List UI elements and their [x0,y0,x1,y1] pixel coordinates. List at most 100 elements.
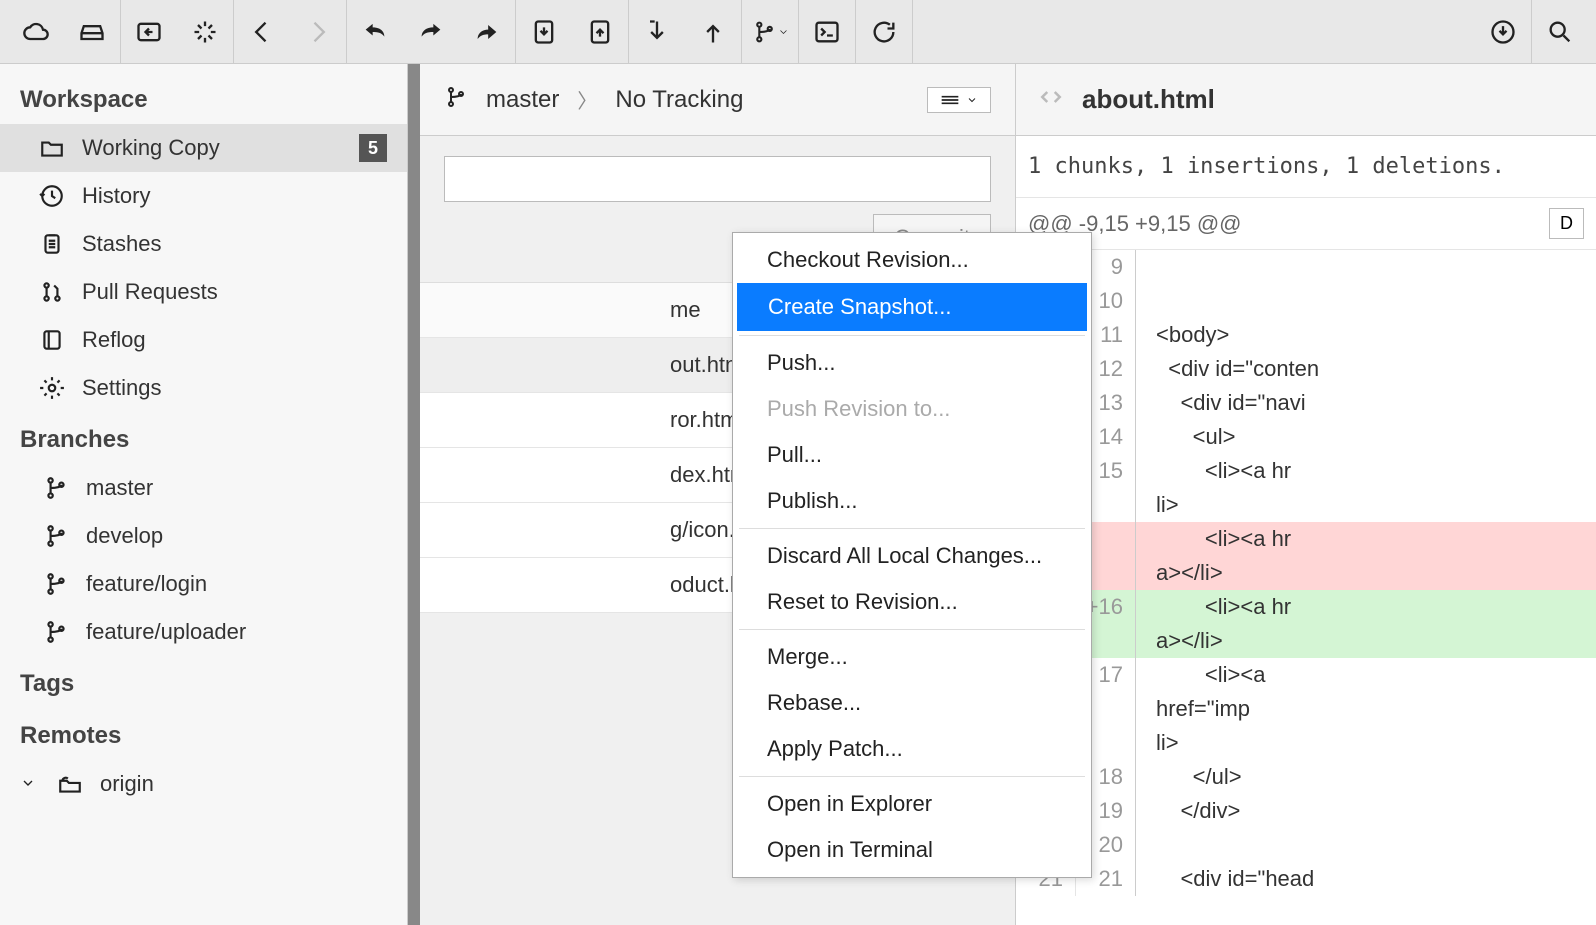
branch-develop[interactable]: develop [0,512,407,560]
sidebar-item-reflog[interactable]: Reflog [0,316,407,364]
sidebar-item-pull-requests[interactable]: Pull Requests [0,268,407,316]
branch-icon [42,618,70,646]
disk-icon[interactable] [74,14,110,50]
center-panel: master 〉 No Tracking Commit me out.html … [408,64,1016,925]
diff-stats: 1 chunks, 1 insertions, 1 deletions. [1016,136,1596,198]
redo-icon[interactable] [413,14,449,50]
sidebar: Workspace Working Copy 5 History Stashes… [0,64,408,925]
section-remotes: Remotes [0,708,407,760]
sidebar-item-label: Stashes [82,231,162,257]
sidebar-item-stashes[interactable]: Stashes [0,220,407,268]
section-branches: Branches [0,412,407,464]
sidebar-item-settings[interactable]: Settings [0,364,407,412]
push-icon[interactable] [695,14,731,50]
remote-label: origin [100,771,154,797]
download-icon[interactable] [1485,14,1521,50]
pull-icon[interactable] [639,14,675,50]
branch-icon [42,474,70,502]
diff-line[interactable]: 99 [1016,250,1596,284]
menu-item[interactable]: Open in Explorer [737,781,1087,827]
diff-line[interactable]: 1515 <li><a hr [1016,454,1596,488]
diff-line[interactable]: 2121 <div id="head [1016,862,1596,896]
back-icon[interactable] [244,14,280,50]
diff-code: <li><a hr [1136,522,1596,556]
breadcrumb-branch[interactable]: master [486,86,559,114]
view-options-button[interactable] [927,87,991,113]
gear-icon [38,374,66,402]
diff-line[interactable]: li> [1016,488,1596,522]
branch-icon [42,570,70,598]
sparkle-icon[interactable] [187,14,223,50]
diff-line[interactable]: 1414 <ul> [1016,420,1596,454]
section-workspace: Workspace [0,72,407,124]
hunk-button[interactable]: D [1549,208,1584,239]
branch-master[interactable]: master [0,464,407,512]
diff-line[interactable]: +16 <li><a hr [1016,590,1596,624]
branch-header: master 〉 No Tracking [420,64,1015,136]
menu-item[interactable]: Discard All Local Changes... [737,533,1087,579]
search-icon[interactable] [1542,14,1578,50]
folder-icon [38,134,66,162]
diff-line[interactable]: 1111<body> [1016,318,1596,352]
breadcrumb-tracking[interactable]: No Tracking [615,86,743,114]
branch-feature-login[interactable]: feature/login [0,560,407,608]
menu-separator [739,776,1085,777]
menu-item: Push Revision to... [737,386,1087,432]
menu-item[interactable]: Create Snapshot... [737,283,1087,331]
stash-pop-icon[interactable] [582,14,618,50]
diff-code: <ul> [1136,420,1596,454]
diff-body[interactable]: 9910101111<body>1212 <div id="conten1313… [1016,250,1596,925]
forward-icon[interactable] [300,14,336,50]
cloud-icon[interactable] [18,14,54,50]
refresh-icon[interactable] [866,14,902,50]
collapse-icon[interactable] [131,14,167,50]
diff-line[interactable]: 2020 [1016,828,1596,862]
branch-graph-icon[interactable] [752,14,788,50]
diff-line[interactable]: a></li> [1016,556,1596,590]
menu-item[interactable]: Apply Patch... [737,726,1087,772]
commit-message-input[interactable] [444,156,991,202]
diff-line[interactable]: li> [1016,726,1596,760]
sidebar-item-label: History [82,183,150,209]
menu-item[interactable]: Merge... [737,634,1087,680]
chevron-right-icon: 〉 [577,85,597,114]
terminal-icon[interactable] [809,14,845,50]
stash-push-icon[interactable] [526,14,562,50]
diff-line[interactable]: 1212 <div id="conten [1016,352,1596,386]
branch-feature-uploader[interactable]: feature/uploader [0,608,407,656]
diff-line[interactable]: href="imp [1016,692,1596,726]
diff-line[interactable]: 1313 <div id="navi [1016,386,1596,420]
diff-panel: about.html 1 chunks, 1 insertions, 1 del… [1016,64,1596,925]
menu-item[interactable]: Checkout Revision... [737,237,1087,283]
sidebar-item-history[interactable]: History [0,172,407,220]
sidebar-item-label: Reflog [82,327,146,353]
menu-item[interactable]: Pull... [737,432,1087,478]
sidebar-item-working-copy[interactable]: Working Copy 5 [0,124,407,172]
diff-code: <div id="conten [1136,352,1596,386]
diff-line[interactable]: 1818 </ul> [1016,760,1596,794]
diff-code [1136,250,1596,284]
undo-icon[interactable] [357,14,393,50]
branch-label: develop [86,523,163,549]
jump-icon[interactable] [469,14,505,50]
history-icon [38,182,66,210]
diff-code [1136,828,1596,862]
remote-origin[interactable]: origin [0,760,407,808]
toolbar [0,0,1596,64]
diff-line[interactable]: a></li> [1016,624,1596,658]
menu-item[interactable]: Publish... [737,478,1087,524]
diff-line[interactable]: 1919 </div> [1016,794,1596,828]
menu-separator [739,528,1085,529]
diff-code: <li><a hr [1136,590,1596,624]
diff-code: </ul> [1136,760,1596,794]
branch-icon [42,522,70,550]
menu-item[interactable]: Rebase... [737,680,1087,726]
diff-line[interactable]: -16 <li><a hr [1016,522,1596,556]
menu-item[interactable]: Reset to Revision... [737,579,1087,625]
diff-line[interactable]: 1717 <li><a [1016,658,1596,692]
diff-code: li> [1136,726,1596,760]
menu-item[interactable]: Open in Terminal [737,827,1087,873]
menu-item[interactable]: Push... [737,340,1087,386]
diff-line[interactable]: 1010 [1016,284,1596,318]
diff-code: </div> [1136,794,1596,828]
